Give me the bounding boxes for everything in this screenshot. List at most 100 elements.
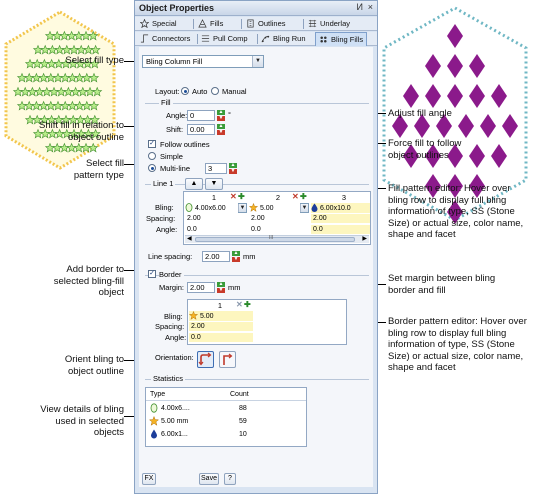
tab-separator <box>197 34 198 44</box>
fx-button[interactable]: FX <box>142 473 156 485</box>
line-spacing-spinner[interactable]: ▲ ▼ <box>232 251 240 262</box>
tab-row-1: Special Fills Outlines Underlay <box>135 17 377 31</box>
tab-underlay[interactable]: Underlay <box>308 17 350 31</box>
statistics-header-count: Count <box>230 391 249 398</box>
line-down-button[interactable]: ▼ <box>205 178 223 190</box>
angle-unit: ° <box>228 110 231 119</box>
tab-bling-run[interactable]: Bling Run <box>261 32 306 46</box>
simple-radio[interactable] <box>148 152 156 160</box>
star-fill-hexagon-illustration <box>4 10 116 170</box>
scroll-thumb[interactable] <box>195 237 355 242</box>
tab-separator <box>257 34 258 44</box>
fill-pattern-grid[interactable]: 1 ✕ ✚ 2 ✕ ✚ 3 4.00x6.00 ▼ 5.00 ▼ 6.00x10… <box>183 191 371 245</box>
statistics-count: 10 <box>239 431 247 438</box>
multiline-spinner[interactable]: ▲ ▼ <box>229 163 237 174</box>
bling-1-dropdown-arrow[interactable]: ▼ <box>238 203 247 213</box>
close-icon[interactable]: × <box>368 2 373 12</box>
callout-adjust-angle: Adjust fill angle <box>388 108 452 119</box>
border-grid-cell-angle[interactable]: 0.0 <box>189 333 253 342</box>
shift-spinner[interactable]: ▲ ▼ <box>217 124 225 135</box>
border-grid-cell-bling[interactable]: 5.00 <box>189 311 253 321</box>
border-grid-cell-spacing[interactable]: 2.00 <box>189 322 253 331</box>
layout-auto-radio[interactable] <box>181 87 189 95</box>
star-bling-icon <box>149 416 159 426</box>
save-button[interactable]: Save <box>199 473 219 485</box>
border-pattern-grid[interactable]: 1 ✕ ✚ 5.00 2.00 0.0 <box>187 299 347 345</box>
pull-comp-icon <box>201 35 210 42</box>
shift-input[interactable]: 0.00 <box>187 124 215 135</box>
grid-row-label-angle: Angle: <box>156 225 178 234</box>
scroll-left-icon[interactable]: ◀ <box>187 235 192 242</box>
tab-special[interactable]: Special <box>140 17 177 31</box>
bling-2-dropdown-arrow[interactable]: ▼ <box>300 203 309 213</box>
grid-cell-angle-2[interactable]: 0.0 <box>251 225 309 234</box>
layout-manual-radio[interactable] <box>211 87 219 95</box>
grid-column-header: 3 <box>341 193 347 202</box>
angle-input[interactable]: 0 <box>187 110 215 121</box>
grid-bling-1-value: 4.00x6.00 <box>194 205 226 212</box>
add-column-icon[interactable]: ✚ <box>238 193 245 201</box>
angle-label: Angle: <box>166 111 188 120</box>
statistics-row[interactable]: 5.00 mm 59 <box>148 416 304 428</box>
layout-auto-label: Auto <box>192 87 208 96</box>
delete-column-icon[interactable]: ✕ <box>292 193 299 201</box>
tab-outlines[interactable]: Outlines <box>246 17 286 31</box>
add-column-icon[interactable]: ✚ <box>300 193 307 201</box>
orient-fixed-button[interactable] <box>219 351 236 368</box>
callout-select-fill-type: Select fill type <box>65 55 124 66</box>
grid-cell-spacing-1[interactable]: 2.00 <box>187 214 247 223</box>
tab-pull-comp[interactable]: Pull Comp <box>201 32 248 46</box>
layout-label: Layout: <box>155 87 180 96</box>
border-checkbox[interactable]: ✓ <box>148 270 156 278</box>
line-spacing-input[interactable]: 2.00 <box>202 251 230 262</box>
margin-input[interactable]: 2.00 <box>187 282 215 293</box>
statistics-header-divider <box>146 400 306 401</box>
statistics-row[interactable]: 4.00x6.... 88 <box>148 403 304 415</box>
delete-column-icon[interactable]: ✕ <box>230 193 237 201</box>
multiline-count-input[interactable]: 3 <box>205 163 227 174</box>
callout-border-editor: Border pattern editor: Hover over bling … <box>388 316 527 373</box>
grid-row-label-bling: Bling: <box>155 203 174 212</box>
drop-bling-icon <box>151 429 157 439</box>
delete-column-icon[interactable]: ✕ <box>236 301 243 309</box>
bling-fills-icon <box>320 36 327 43</box>
border-grid-row-label-bling: Bling: <box>164 312 183 321</box>
tab-bling-fills[interactable]: Bling Fills <box>315 32 368 46</box>
tab-fills[interactable]: Fills <box>198 17 223 31</box>
grid-bling-3-value: 6.00x10.0 <box>319 205 351 212</box>
grid-cell-bling-3[interactable]: 6.00x10.0 <box>311 203 370 213</box>
statistics-row[interactable]: 6.00x1... 10 <box>148 429 304 441</box>
statistics-header-type: Type <box>150 391 166 398</box>
spin-down-icon: ▼ <box>232 256 240 262</box>
margin-spinner[interactable]: ▲ ▼ <box>217 282 225 293</box>
tab-separator <box>241 19 242 29</box>
layout-manual-label: Manual <box>222 87 247 96</box>
orient-to-outline-icon <box>198 352 212 366</box>
tab-underlay-label: Underlay <box>320 19 351 28</box>
grid-horizontal-scrollbar[interactable]: ◀ III ▶ <box>185 235 369 243</box>
fill-type-dropdown[interactable]: Bling Column Fill ▼ <box>142 55 264 68</box>
pin-icon[interactable]: И <box>357 2 363 12</box>
angle-spinner[interactable]: ▲ ▼ <box>217 110 225 121</box>
grid-cell-spacing-3[interactable]: 2.00 <box>311 214 370 223</box>
statistics-type: 5.00 mm <box>161 418 189 425</box>
tab-connectors[interactable]: Connectors <box>140 32 190 46</box>
underlay-icon <box>308 19 317 28</box>
multiline-radio[interactable] <box>148 164 156 172</box>
orient-bling-button[interactable] <box>197 351 214 368</box>
tab-bling-fills-label: Bling Fills <box>331 35 364 44</box>
follow-outlines-checkbox[interactable]: ✓ <box>148 140 156 148</box>
simple-label: Simple <box>160 152 183 161</box>
add-column-icon[interactable]: ✚ <box>244 301 251 309</box>
help-button[interactable]: ? <box>224 473 236 485</box>
chevron-down-icon: ▼ <box>238 204 246 212</box>
line-up-button[interactable]: ▲ <box>185 178 203 190</box>
orient-fixed-icon <box>223 353 233 365</box>
grid-cell-angle-1[interactable]: 0.0 <box>187 225 247 234</box>
grid-cell-angle-3[interactable]: 0.0 <box>311 225 370 234</box>
panel-titlebar: Object Properties И × <box>135 1 377 16</box>
scroll-right-icon[interactable]: ▶ <box>362 235 367 242</box>
fill-group-title: Fill <box>159 98 173 107</box>
star-bling-icon <box>249 203 259 212</box>
grid-cell-spacing-2[interactable]: 2.00 <box>251 214 309 223</box>
